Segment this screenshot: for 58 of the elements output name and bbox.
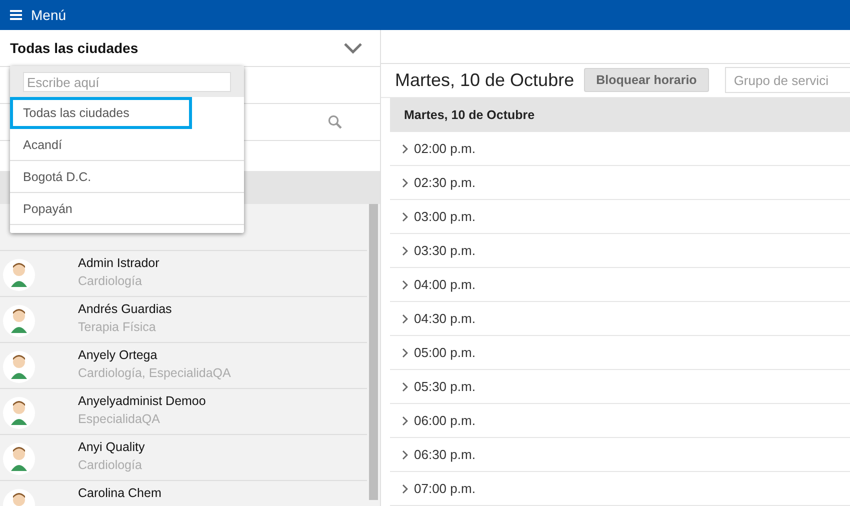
time-slot[interactable]: 04:30 p.m.: [414, 311, 476, 326]
day-header: Martes, 10 de Octubre: [390, 98, 850, 132]
avatar-icon: [3, 443, 35, 475]
time-slot[interactable]: 06:30 p.m.: [414, 447, 476, 462]
avatar-icon: [3, 305, 35, 337]
city-option[interactable]: Popayán: [10, 193, 244, 225]
chevron-down-icon: [344, 42, 362, 54]
chevron-right-icon[interactable]: [402, 450, 408, 460]
search-field[interactable]: Escribe aquí: [23, 72, 231, 92]
avatar-icon: [3, 259, 35, 291]
chevron-right-icon[interactable]: [402, 416, 408, 426]
chevron-right-icon[interactable]: [402, 484, 408, 494]
doctor-name: Admin Istrador: [78, 256, 160, 270]
time-slot[interactable]: 02:30 p.m.: [414, 175, 476, 190]
avatar-icon: [3, 397, 35, 429]
chevron-right-icon[interactable]: [402, 246, 408, 256]
city-option[interactable]: Todas las ciudades: [10, 97, 192, 129]
chevron-right-icon[interactable]: [402, 178, 408, 188]
doctor-name: Andrés Guardias: [78, 302, 172, 316]
chevron-right-icon[interactable]: [402, 144, 408, 154]
doctor-list-item[interactable]: Carolina Chem: [0, 481, 367, 506]
doctor-specialty: Cardiología, EspecialidaQA: [78, 366, 231, 380]
chevron-right-icon[interactable]: [402, 314, 408, 324]
time-slot[interactable]: 05:00 p.m.: [414, 345, 476, 360]
doctor-name: Anyelyadminist Demoo: [78, 394, 206, 408]
time-slot[interactable]: 05:30 p.m.: [414, 379, 476, 394]
doctor-specialty: Terapia Física: [78, 320, 157, 334]
doctor-list-item[interactable]: Admin Istrador Cardiología: [0, 251, 367, 297]
chevron-right-icon[interactable]: [402, 382, 408, 392]
time-slot[interactable]: 04:00 p.m.: [414, 277, 476, 292]
chevron-right-icon[interactable]: [402, 280, 408, 290]
service-group-field[interactable]: Grupo de servici: [724, 67, 850, 94]
time-slot[interactable]: 06:00 p.m.: [414, 413, 476, 428]
scrollbar[interactable]: [369, 204, 378, 500]
doctor-specialty: EspecialidaQA: [78, 412, 161, 426]
time-slot[interactable]: 02:00 p.m.: [414, 141, 476, 156]
doctor-specialty: Cardiología: [78, 274, 143, 288]
doctor-name: Anyi Quality: [78, 440, 145, 454]
date-title: Martes, 10 de Octubre: [395, 70, 574, 91]
doctor-list-item[interactable]: Anyi Quality Cardiología: [0, 435, 367, 481]
doctor-name: Anyely Ortega: [78, 348, 158, 362]
time-slot[interactable]: 03:30 p.m.: [414, 243, 476, 258]
doctor-specialty: Cardiología: [78, 458, 143, 472]
chevron-right-icon[interactable]: [402, 348, 408, 358]
doctor-name: Carolina Chem: [78, 486, 162, 500]
doctor-list-item[interactable]: Anyelyadminist Demoo EspecialidaQA: [0, 389, 367, 435]
chevron-right-icon[interactable]: [402, 212, 408, 222]
city-option[interactable]: Acandí: [10, 129, 244, 161]
city-option[interactable]: Bogotá D.C.: [10, 161, 244, 193]
avatar-icon: [3, 351, 35, 383]
block-schedule-button[interactable]: Bloquear horario: [584, 68, 709, 92]
time-slot[interactable]: 07:00 p.m.: [414, 481, 476, 496]
doctor-list-item[interactable]: Andrés Guardias Terapia Física: [0, 297, 367, 343]
search-icon[interactable]: [328, 115, 342, 129]
doctor-list-item[interactable]: Anyely Ortega Cardiología, EspecialidaQA: [0, 343, 367, 389]
time-slot[interactable]: 03:00 p.m.: [414, 209, 476, 224]
menu-icon: [10, 10, 22, 20]
menu-button[interactable]: Menú: [10, 7, 66, 23]
